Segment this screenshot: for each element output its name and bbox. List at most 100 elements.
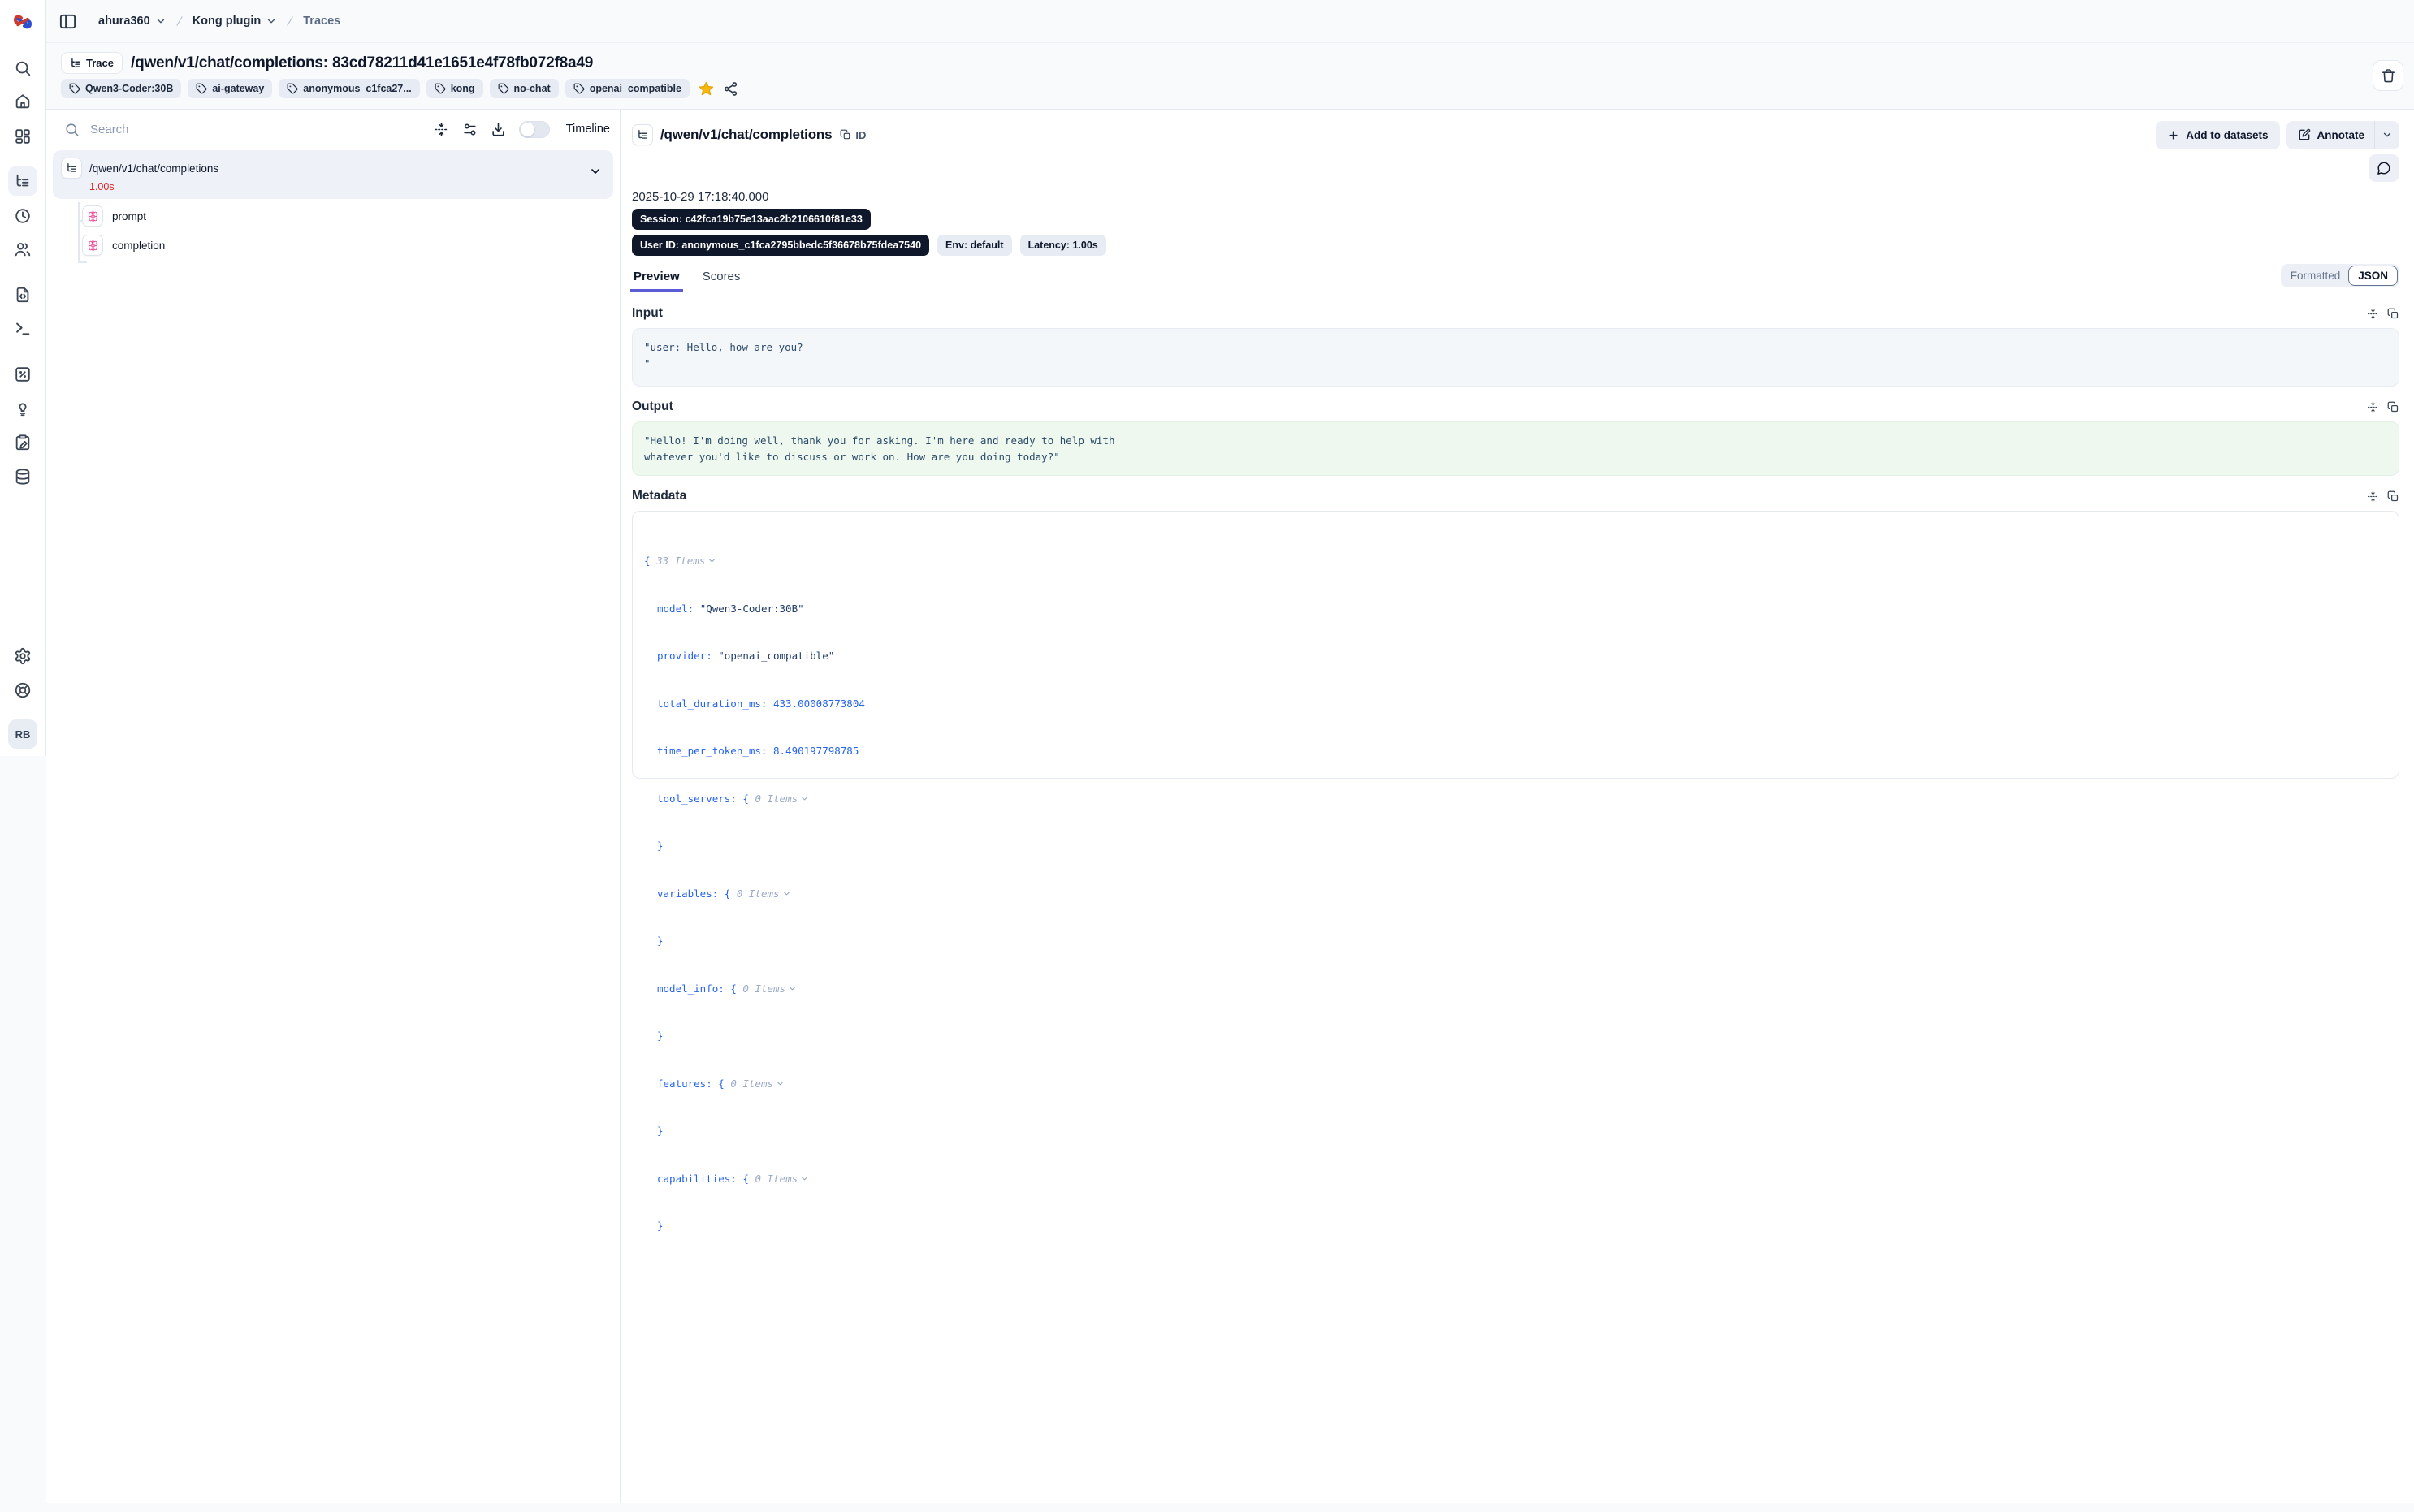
tag-chip[interactable]: openai_compatible <box>565 79 690 98</box>
json-line[interactable]: variables: { 0 Items <box>644 886 2387 902</box>
json-line[interactable]: capabilities: { 0 Items <box>644 1171 2387 1187</box>
copy-icon[interactable] <box>2387 308 2399 320</box>
chevron-down-icon[interactable] <box>707 556 716 565</box>
sidebar-item-users[interactable] <box>8 235 37 264</box>
user-id-badge[interactable]: User ID: anonymous_c1fca2795bbedc5f36678… <box>632 235 929 256</box>
share-icon[interactable] <box>723 81 738 97</box>
tree-span-label: prompt <box>112 210 146 222</box>
tag-chip[interactable]: Qwen3-Coder:30B <box>61 79 181 98</box>
sidebar-item-search[interactable] <box>8 54 37 83</box>
session-badge[interactable]: Session: c42fca19b75e13aac2b2106610f81e3… <box>632 209 871 230</box>
chevron-down-icon[interactable] <box>589 165 602 178</box>
chevron-down-icon[interactable] <box>788 984 797 993</box>
sidebar-item-dashboards[interactable] <box>8 122 37 151</box>
annotate-label: Annotate <box>2317 129 2365 141</box>
gear-icon <box>14 647 32 665</box>
sidebar-item-evaluators[interactable] <box>8 360 37 389</box>
sidebar-item-traces[interactable] <box>8 166 37 196</box>
sidebar-item-playground[interactable] <box>8 314 37 343</box>
metadata-json-viewer: { 33 Items model: "Qwen3-Coder:30B" prov… <box>632 511 2399 779</box>
json-line[interactable]: features: { 0 Items <box>644 1076 2387 1092</box>
message-circle-icon <box>2377 161 2391 175</box>
tree-root-duration: 1.00s <box>89 181 604 192</box>
copy-icon <box>840 129 851 140</box>
json-line: provider: "openai_compatible" <box>644 648 2387 664</box>
fold-vertical-icon[interactable] <box>2367 490 2379 503</box>
star-favorite-icon[interactable] <box>698 80 715 97</box>
copy-icon[interactable] <box>2387 490 2399 503</box>
app-logo-icon[interactable] <box>11 11 34 33</box>
format-toggle-formatted[interactable]: Formatted <box>2282 266 2349 286</box>
tag-label: Qwen3-Coder:30B <box>85 83 173 94</box>
chevron-down-icon[interactable] <box>800 794 809 803</box>
tree-span-row-prompt[interactable]: prompt <box>53 202 613 230</box>
env-badge: Env: default <box>937 235 1012 256</box>
tag-label: anonymous_c1fca27... <box>303 83 411 94</box>
sidebar-item-support[interactable] <box>8 676 37 705</box>
copy-id-button[interactable]: ID <box>840 129 866 141</box>
clipboard-pen-icon <box>14 434 32 451</box>
sidebar-item-annotation[interactable] <box>8 428 37 457</box>
fold-vertical-icon[interactable] <box>434 122 449 137</box>
tab-preview[interactable]: Preview <box>632 270 681 292</box>
json-line[interactable]: model_info: { 0 Items <box>644 981 2387 997</box>
page-title: /qwen/v1/chat/completions: 83cd78211d41e… <box>131 54 593 72</box>
tree-root-label: /qwen/v1/chat/completions <box>89 162 218 175</box>
tag-chip[interactable]: anonymous_c1fca27... <box>279 79 419 98</box>
tag-chip[interactable]: no-chat <box>490 79 559 98</box>
trace-type-badge: Trace <box>61 52 123 74</box>
chevron-down-icon <box>266 15 277 27</box>
chevron-down-icon <box>2382 129 2393 140</box>
trace-tree-panel: Search Timeline /qwen/v1/chat/completion… <box>46 110 621 1503</box>
breadcrumb-section[interactable]: Kong plugin <box>193 15 278 28</box>
trace-badge-label: Trace <box>86 57 114 69</box>
search-input[interactable]: Search <box>64 122 434 137</box>
chevron-down-icon[interactable] <box>776 1079 785 1088</box>
json-line[interactable]: tool_servers: { 0 Items <box>644 791 2387 807</box>
tag-label: no-chat <box>514 83 551 94</box>
comments-button[interactable] <box>2369 154 2399 182</box>
plus-icon <box>2167 129 2179 141</box>
terminal-icon <box>14 320 32 338</box>
json-root-line[interactable]: { 33 Items <box>644 553 2387 569</box>
main-content: Search Timeline /qwen/v1/chat/completion… <box>46 110 2414 1503</box>
user-avatar[interactable]: RB <box>8 719 37 749</box>
panel-left-toggle-icon[interactable] <box>58 12 77 31</box>
breadcrumb-page[interactable]: Traces <box>303 15 340 28</box>
timeline-toggle[interactable] <box>519 121 550 138</box>
sidebar-item-sessions[interactable] <box>8 201 37 231</box>
list-tree-icon <box>70 58 81 69</box>
sidebar-item-home[interactable] <box>8 87 37 116</box>
output-section-title: Output <box>632 400 673 414</box>
copy-icon[interactable] <box>2387 401 2399 413</box>
tree-root-row[interactable]: /qwen/v1/chat/completions 1.00s <box>53 150 613 199</box>
format-toggle-json[interactable]: JSON <box>2348 266 2398 286</box>
tag-chip[interactable]: kong <box>426 79 483 98</box>
search-placeholder: Search <box>90 123 129 136</box>
chevron-down-icon[interactable] <box>782 889 791 898</box>
chevron-down-icon[interactable] <box>800 1174 809 1183</box>
tree-span-row-completion[interactable]: completion <box>53 231 613 259</box>
sidebar-item-datasets[interactable] <box>8 462 37 491</box>
display-settings-icon[interactable] <box>462 122 478 137</box>
json-line: } <box>644 1028 2387 1044</box>
fold-vertical-icon[interactable] <box>2367 401 2379 413</box>
sidebar-item-prompts[interactable] <box>8 280 37 309</box>
tab-scores[interactable]: Scores <box>701 270 742 292</box>
tag-icon <box>287 83 298 94</box>
delete-trace-button[interactable] <box>2373 60 2403 91</box>
download-icon[interactable] <box>491 122 506 137</box>
sidebar-item-insights[interactable] <box>8 394 37 423</box>
annotate-button[interactable]: Annotate <box>2286 121 2375 149</box>
annotate-dropdown-button[interactable] <box>2375 121 2399 149</box>
json-line: } <box>644 933 2387 949</box>
list-tree-icon <box>61 158 82 179</box>
users-icon <box>14 240 32 258</box>
add-to-datasets-button[interactable]: Add to datasets <box>2156 121 2279 149</box>
tag-chip[interactable]: ai-gateway <box>188 79 272 98</box>
top-bar: ahura360 Kong plugin Traces <box>46 0 2414 43</box>
fold-vertical-icon[interactable] <box>2367 308 2379 320</box>
sidebar-item-settings[interactable] <box>8 642 37 671</box>
breadcrumb-project[interactable]: ahura360 <box>98 15 167 28</box>
database-icon <box>14 468 32 486</box>
